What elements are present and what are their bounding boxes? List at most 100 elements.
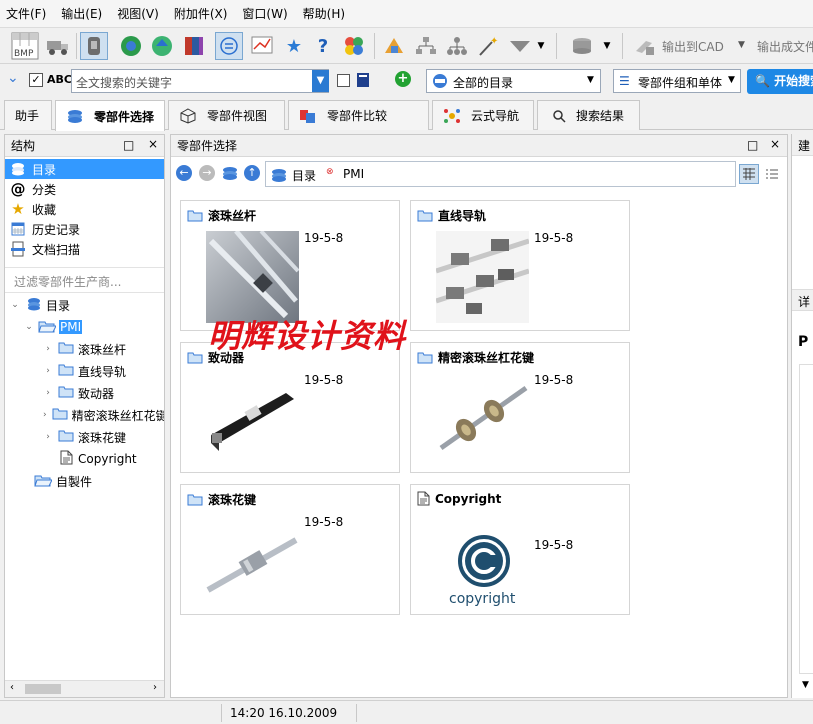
tab-cloud-navigation[interactable]: 云式导航 (432, 100, 534, 130)
part-card-ball-spline[interactable]: 滚珠花键 19-5-8 (180, 484, 400, 615)
export-cad-dropdown-arrow[interactable]: ▼ (738, 40, 745, 50)
expanded-chevron-icon[interactable]: ⌄ (10, 300, 20, 310)
abc-checkbox[interactable]: ✓ (29, 73, 43, 87)
part-card-precision-ball-screw-spline[interactable]: 精密滚珠丝杠花键 19-5-8 (410, 342, 630, 473)
nav-item-history[interactable]: 历史记录 (5, 219, 164, 239)
forward-arrow-icon[interactable]: → (199, 165, 215, 181)
maximize-icon[interactable]: □ (123, 138, 134, 152)
tree-item-copyright[interactable]: Copyright (43, 449, 137, 469)
magic-wand-icon[interactable]: ✦ (474, 32, 502, 60)
scroll-down-arrow[interactable]: ▼ (802, 680, 809, 690)
collapsed-chevron-icon[interactable]: › (43, 366, 53, 376)
export-file-button[interactable]: 输出成文件 (757, 38, 813, 55)
breadcrumb-separator-icon: ⊗ (326, 167, 334, 177)
catalog-globe-icon[interactable] (117, 32, 145, 60)
plugin-icon[interactable] (340, 32, 368, 60)
collapsed-chevron-icon[interactable]: › (43, 388, 53, 398)
search-placeholder: 全文搜索的关键字 (76, 76, 173, 90)
menu-addons[interactable]: 附加件(X) (174, 5, 228, 22)
up-arrow-icon[interactable]: ↑ (244, 165, 260, 181)
document-scan-icon (9, 241, 27, 257)
scroll-left-arrow[interactable]: ‹ (10, 682, 14, 693)
tree-item-self-made[interactable]: 自製件 (24, 471, 92, 491)
structure-icon[interactable] (412, 32, 440, 60)
filter-dropdown[interactable]: ▼ (506, 32, 546, 60)
close-icon[interactable]: × (770, 137, 780, 151)
menu-window[interactable]: 窗口(W) (242, 5, 287, 22)
close-icon[interactable]: × (148, 137, 158, 151)
tree-item-precision-ball-screw-spline[interactable]: › 精密滚珠丝杠花键 (43, 405, 164, 425)
open-folder-icon (34, 473, 53, 490)
menu-file[interactable]: 文件(F) (6, 5, 46, 22)
collapse-chevron-icon[interactable]: ⌄ (7, 70, 19, 86)
structure-panel: 结构 □ × 目录 @ 分类 ★ 收藏 历史记录 文档扫描 过滤零部件生产商..… (4, 134, 165, 698)
nav-item-document-scan[interactable]: 文档扫描 (5, 239, 164, 259)
horizontal-scrollbar[interactable]: ‹ › (5, 680, 164, 697)
menu-help[interactable]: 帮助(H) (303, 5, 345, 22)
assembly-icon[interactable] (380, 32, 408, 60)
part-mode-value: 零部件组和单体 (638, 76, 723, 90)
chart-icon[interactable] (248, 32, 276, 60)
tree-item-actuator[interactable]: › 致动器 (43, 383, 114, 403)
tree-item-pmi[interactable]: ⌄ PMI (24, 317, 83, 337)
bmp-export-button[interactable]: BMP (10, 32, 40, 60)
catalog-home-icon[interactable] (221, 165, 239, 184)
tab-part-selection[interactable]: 零部件选择 (55, 100, 165, 131)
catalog-scope-select[interactable]: 全部的目录 ▼ (426, 69, 601, 93)
details-view-button[interactable] (764, 166, 780, 185)
help-icon[interactable]: ? (309, 32, 337, 60)
scroll-right-arrow[interactable]: › (153, 682, 157, 693)
nav-item-classification[interactable]: @ 分类 (5, 179, 164, 199)
part-card-copyright[interactable]: Copyright 19-5-8 copyright (410, 484, 630, 615)
export-cad-icon[interactable] (630, 32, 658, 60)
tab-part-view[interactable]: 零部件视图 (168, 100, 285, 130)
tab-part-compare[interactable]: 零部件比较 (288, 100, 429, 130)
tab-assistant[interactable]: 助手 (4, 100, 52, 130)
grid-view-button[interactable] (739, 164, 759, 184)
collapsed-chevron-icon[interactable]: › (43, 432, 53, 442)
nav-item-favorites[interactable]: ★ 收藏 (5, 199, 164, 219)
tree-item-ball-screw[interactable]: › 滚珠丝杆 (43, 339, 126, 359)
collapsed-chevron-icon[interactable]: › (43, 410, 47, 420)
breadcrumb-catalog[interactable]: 目录 (292, 167, 316, 184)
list-view-button[interactable] (215, 32, 243, 60)
book-search-checkbox[interactable] (337, 74, 350, 87)
nav-item-catalog[interactable]: 目录 (5, 159, 164, 179)
menu-view[interactable]: 视图(V) (117, 5, 159, 22)
scrollbar-thumb[interactable] (25, 684, 61, 694)
tree-item-ball-spline[interactable]: › 滚珠花键 (43, 427, 126, 447)
folder-icon (58, 385, 74, 401)
hierarchy-icon[interactable] (443, 32, 471, 60)
chevron-down-icon: ▼ (587, 75, 594, 85)
cylinder-dropdown[interactable]: ▼ (565, 32, 615, 60)
start-search-button[interactable]: 🔍 开始搜索 (747, 69, 813, 94)
tab-search-results[interactable]: 搜索结果 (537, 100, 640, 130)
search-dropdown-arrow[interactable]: ▼ (312, 70, 329, 92)
abc-label: ABC (47, 73, 72, 86)
star-icon[interactable]: ★ (280, 32, 308, 60)
search-input[interactable]: 全文搜索的关键字 ▼ (71, 69, 329, 93)
expanded-chevron-icon[interactable]: ⌄ (24, 322, 34, 332)
book-icon[interactable] (180, 32, 208, 60)
tree-item-catalog[interactable]: ⌄ 目录 (10, 295, 70, 315)
view-mode-button[interactable] (80, 32, 108, 60)
tree-item-linear-guide[interactable]: › 直线导轨 (43, 361, 126, 381)
structure-panel-header: 结构 □ × (5, 135, 164, 157)
truck-icon[interactable] (44, 32, 72, 60)
menu-export[interactable]: 输出(E) (61, 5, 102, 22)
part-card-linear-guide[interactable]: 直线导轨 19-5-8 (410, 200, 630, 331)
breadcrumb-pmi[interactable]: PMI (343, 167, 364, 181)
back-arrow-icon[interactable]: ← (176, 165, 192, 181)
part-mode-select[interactable]: ☰ 零部件组和单体 ▼ (613, 69, 741, 93)
update-globe-icon[interactable] (148, 32, 176, 60)
part-card-actuator[interactable]: 致动器 19-5-8 (180, 342, 400, 473)
tab-bar: 助手 零部件选择 零部件视图 零部件比较 云式导航 搜索结果 (0, 98, 813, 131)
manufacturer-filter-input[interactable]: 过滤零部件生产商... (5, 267, 164, 293)
copyright-logo: copyright (439, 533, 529, 613)
maximize-icon[interactable]: □ (747, 138, 758, 152)
search-bar: ⌄ ✓ ABC 全文搜索的关键字 ▼ + 全部的目录 ▼ ☰ 零部件组和单体 ▼… (0, 64, 813, 98)
export-cad-button[interactable]: 输出到CAD (662, 38, 724, 55)
add-icon[interactable]: + (395, 71, 411, 87)
details-scrollbar[interactable] (799, 364, 813, 674)
collapsed-chevron-icon[interactable]: › (43, 344, 53, 354)
